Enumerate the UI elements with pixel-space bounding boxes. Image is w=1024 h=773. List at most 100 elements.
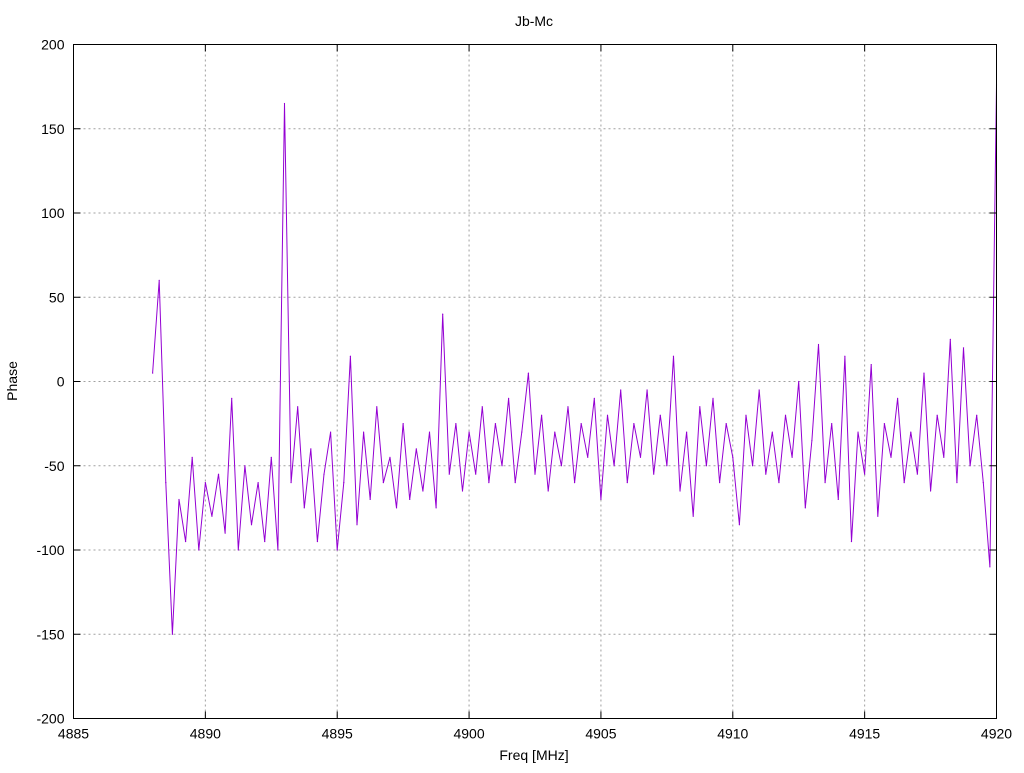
data-point <box>534 473 536 475</box>
data-point <box>178 498 180 501</box>
data-point <box>745 414 747 416</box>
y-tick-label: 150 <box>41 121 65 137</box>
data-point <box>171 633 173 635</box>
data-point <box>428 431 431 433</box>
data-point <box>237 549 239 551</box>
data-point <box>303 507 305 509</box>
data-point <box>712 397 714 399</box>
data-point <box>692 515 694 517</box>
data-point <box>969 465 971 467</box>
data-point <box>461 490 464 492</box>
data-point <box>758 389 760 391</box>
data-point <box>336 549 338 551</box>
data-point <box>198 549 200 551</box>
data-point <box>949 338 951 340</box>
data-point <box>804 507 806 509</box>
data-point <box>310 448 312 450</box>
data-point <box>672 355 675 357</box>
data-point <box>270 456 272 458</box>
data-point <box>448 473 450 475</box>
data-point <box>211 515 213 517</box>
data-point <box>699 406 701 408</box>
data-point <box>765 473 767 475</box>
data-point <box>633 423 635 425</box>
data-point <box>725 423 727 425</box>
data-point <box>165 482 167 484</box>
data-point <box>481 406 483 408</box>
data-point <box>514 482 516 484</box>
data-point <box>982 482 984 484</box>
data-point <box>620 389 622 391</box>
data-point <box>277 549 279 551</box>
data-point <box>606 414 609 416</box>
data-point <box>929 490 932 492</box>
data-point <box>343 482 345 484</box>
x-tick-label: 4910 <box>717 726 748 742</box>
data-point <box>666 465 668 467</box>
data-point <box>442 313 444 315</box>
y-tick-label: 100 <box>41 205 65 221</box>
y-tick-label: 50 <box>49 289 65 305</box>
data-point <box>679 490 681 492</box>
data-point <box>330 431 332 433</box>
x-tick-label: 4890 <box>190 726 221 742</box>
data-point <box>204 482 206 484</box>
data-point <box>962 347 965 349</box>
data-point <box>837 498 839 501</box>
series-line <box>152 84 997 635</box>
data-point <box>923 372 925 374</box>
data-point <box>844 355 846 357</box>
data-point <box>857 431 859 433</box>
data-point <box>824 482 826 484</box>
data-point <box>250 524 253 526</box>
data-point <box>244 465 246 467</box>
series-group <box>152 84 998 635</box>
phase-chart: 4885 4890 4895 4900 4905 4910 4915 4920 200 150 10… <box>4 13 1012 763</box>
data-point <box>567 406 569 408</box>
data-point <box>494 423 497 425</box>
data-point <box>587 456 589 458</box>
data-point <box>152 372 154 374</box>
x-axis-label: Freq [MHz] <box>499 747 568 763</box>
data-point <box>191 456 193 458</box>
data-point <box>705 465 708 467</box>
y-tick-label: -50 <box>44 458 64 474</box>
data-point <box>501 465 503 467</box>
data-point <box>316 540 319 543</box>
data-point <box>976 414 978 416</box>
data-point <box>686 431 688 433</box>
data-point <box>217 473 220 475</box>
data-point <box>547 490 549 492</box>
data-point <box>719 482 721 484</box>
data-point <box>936 414 938 416</box>
x-tick-label: 4920 <box>981 726 1012 742</box>
data-point <box>455 423 457 425</box>
data-point <box>184 540 187 543</box>
data-point <box>362 431 365 433</box>
data-point <box>600 498 602 501</box>
data-point <box>435 507 437 509</box>
data-point <box>422 490 424 492</box>
y-tick-label: -150 <box>36 626 64 642</box>
x-tick-label: 4905 <box>585 726 616 742</box>
data-point <box>573 482 576 484</box>
data-point <box>831 423 833 425</box>
data-point <box>870 364 872 366</box>
data-point <box>521 431 523 433</box>
data-point <box>784 414 787 416</box>
data-point <box>409 498 411 501</box>
data-point <box>593 397 595 399</box>
data-point <box>580 423 582 425</box>
data-point <box>395 507 398 509</box>
data-point <box>613 465 615 467</box>
x-tick-label: 4915 <box>849 726 880 742</box>
data-point <box>890 456 892 458</box>
data-point <box>382 482 384 484</box>
data-point <box>508 397 510 399</box>
data-point <box>732 456 734 458</box>
y-tick-label: -100 <box>36 542 64 558</box>
data-point <box>283 102 286 105</box>
chart-title: Jb-Mc <box>515 13 553 29</box>
data-point <box>877 515 879 517</box>
data-point <box>864 473 866 475</box>
